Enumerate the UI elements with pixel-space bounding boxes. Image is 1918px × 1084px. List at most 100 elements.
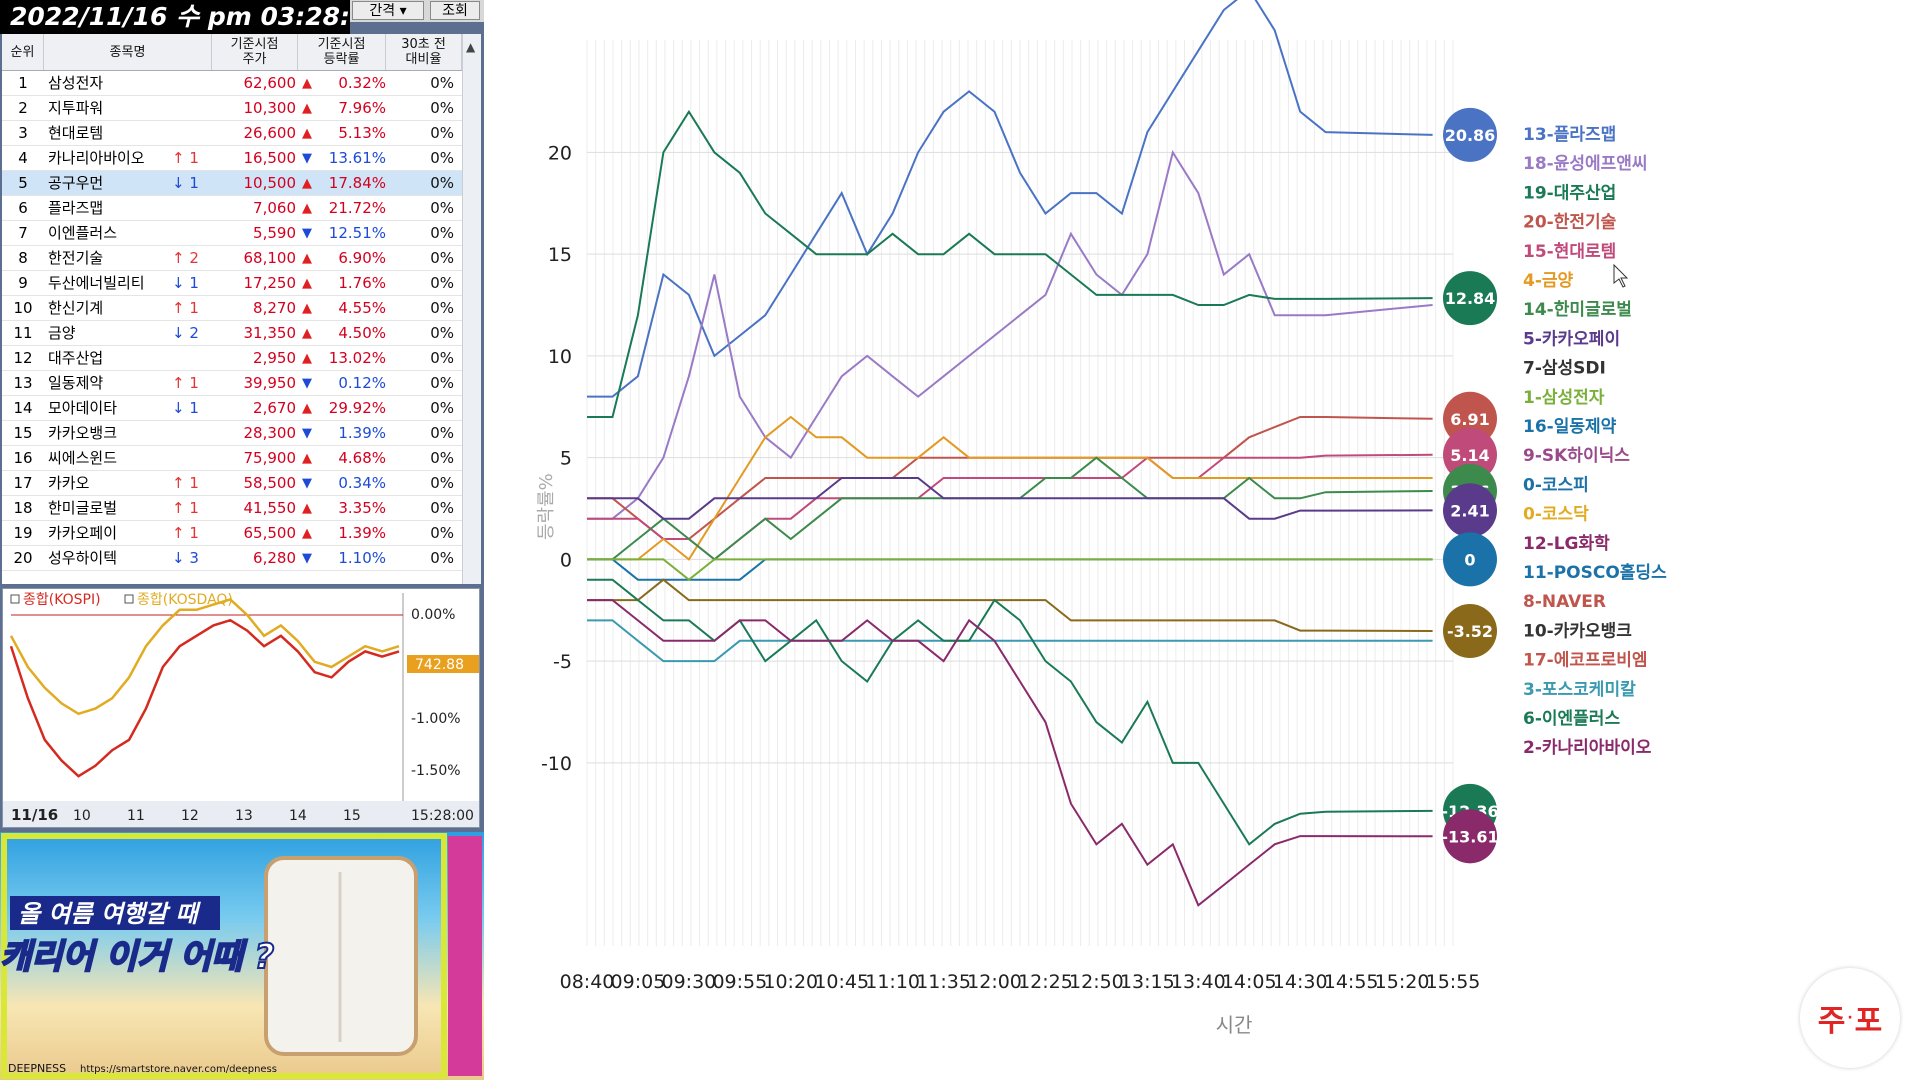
x-tick-label: 09:05	[611, 971, 666, 993]
r30-cell: 0%	[430, 74, 454, 92]
table-header: 순위 종목명 기준시점 주가 기준시점 등락률 30초 전 대비율	[2, 34, 462, 71]
rate-cell: 17.84%	[328, 174, 386, 192]
legend-item: 0-코스닥	[1523, 505, 1589, 525]
x-tick-label: 15:20	[1375, 971, 1430, 993]
top-controls: 간격 ▾ 조회	[350, 0, 484, 22]
rate-cell: 4.50%	[338, 324, 386, 342]
index-y-tick: -1.50%	[411, 763, 461, 779]
price-cell: 41,550	[243, 499, 297, 517]
rate-cell: 21.72%	[328, 199, 386, 217]
interval-label: 간격	[369, 3, 396, 19]
price-cell: 8,270	[253, 299, 296, 317]
interval-select[interactable]: 간격 ▾	[352, 1, 424, 20]
y-tick-label: 0	[560, 549, 572, 571]
chart-y-label: 등락률%	[536, 473, 557, 540]
end-value-label: 5.14	[1450, 446, 1489, 465]
query-button[interactable]: 조회	[430, 1, 480, 20]
table-row[interactable]: 4 카나리아바이오 ↑ 1 16,500 ▼ 13.61% 0%	[2, 146, 462, 171]
r30-cell: 0%	[430, 474, 454, 492]
r30-cell: 0%	[430, 174, 454, 192]
header-name: 종목명	[44, 34, 212, 70]
x-tick-label: 15:55	[1426, 971, 1481, 993]
ad-brand: DEEPNESS	[8, 1062, 66, 1075]
x-tick-label: 14:55	[1324, 971, 1379, 993]
rate-cell: 5.13%	[338, 124, 386, 142]
rank-change-cell: ↑ 1	[172, 499, 199, 517]
name-cell: 공구우먼	[48, 174, 104, 192]
table-row[interactable]: 2 지투파워 10,300 ▲ 7.96% 0%	[2, 96, 462, 121]
rank-change-cell: ↑ 1	[172, 524, 199, 542]
table-row[interactable]: 20 성우하이텍 ↓ 3 6,280 ▼ 1.10% 0%	[2, 546, 462, 571]
table-row[interactable]: 3 현대로템 26,600 ▲ 5.13% 0%	[2, 121, 462, 146]
table-row[interactable]: 10 한신기계 ↑ 1 8,270 ▲ 4.55% 0%	[2, 296, 462, 321]
current-value: 742.88	[415, 657, 464, 673]
table-row[interactable]: 11 금양 ↓ 2 31,350 ▲ 4.50% 0%	[2, 321, 462, 346]
name-cell: 일동제약	[48, 374, 104, 392]
name-cell: 모아데이타	[48, 399, 118, 417]
price-cell: 26,600	[243, 124, 297, 142]
rank-cell: 11	[13, 324, 33, 342]
main-line-chart: 20151050-5-10 08:4009:0509:3009:5510:201…	[536, 0, 1667, 1037]
rate-cell: 3.35%	[338, 499, 386, 517]
table-row[interactable]: 9 두산에너빌리티 ↓ 1 17,250 ▲ 1.76% 0%	[2, 271, 462, 296]
x-tick-label: 14:05	[1222, 971, 1277, 993]
r30-cell: 0%	[430, 124, 454, 142]
price-cell: 31,350	[243, 324, 297, 342]
table-row[interactable]: 6 플라즈맵 7,060 ▲ 21.72% 0%	[2, 196, 462, 221]
rate-cell: 13.02%	[328, 349, 386, 367]
name-cell: 카카오뱅크	[48, 424, 118, 442]
y-tick-label: 10	[548, 346, 572, 368]
r30-cell: 0%	[430, 249, 454, 267]
rank-cell: 3	[18, 124, 28, 142]
r30-cell: 0%	[430, 324, 454, 342]
table-row[interactable]: 8 한전기술 ↑ 2 68,100 ▲ 6.90% 0%	[2, 246, 462, 271]
header-rank: 순위	[2, 34, 44, 70]
chart-legend: 13-플라즈맵 18-윤성에프앤씨 19-대주산업 20-한전기술 15-현대로템 4-금…	[1523, 125, 1667, 758]
rate-cell: 4.55%	[338, 299, 386, 317]
table-row[interactable]: 15 카카오뱅크 28,300 ▼ 1.39% 0%	[2, 421, 462, 446]
rank-cell: 20	[13, 549, 33, 567]
table-row[interactable]: 16 씨에스윈드 75,900 ▲ 4.68% 0%	[2, 446, 462, 471]
table-row[interactable]: 14 모아데이타 ↓ 1 2,670 ▲ 29.92% 0%	[2, 396, 462, 421]
price-cell: 75,900	[243, 449, 297, 467]
rate-cell: 6.90%	[338, 249, 386, 267]
table-row[interactable]: 19 카카오페이 ↑ 1 65,500 ▲ 1.39% 0%	[2, 521, 462, 546]
rank-change-cell: ↓ 2	[172, 324, 199, 342]
ad-line2: 캐리어 이거 어때 ?	[0, 937, 274, 977]
mouse-cursor-icon	[1613, 263, 1629, 288]
rate-cell: 7.96%	[338, 99, 386, 117]
table-row[interactable]: 12 대주산업 2,950 ▲ 13.02% 0%	[2, 346, 462, 371]
legend-item: 19-대주산업	[1523, 183, 1616, 203]
table-scrollbar[interactable]: ▲	[462, 34, 481, 584]
legend-item: 20-한전기술	[1523, 213, 1617, 233]
table-row[interactable]: 13 일동제약 ↑ 1 39,950 ▼ 0.12% 0%	[2, 371, 462, 396]
name-cell: 한미글로벌	[48, 499, 118, 517]
table-row[interactable]: 17 카카오 ↑ 1 58,500 ▼ 0.34% 0%	[2, 471, 462, 496]
price-cell: 65,500	[243, 524, 297, 542]
name-cell: 한신기계	[48, 299, 104, 317]
y-tick-label: 15	[548, 244, 572, 266]
rank-change-cell: ↑ 1	[172, 149, 199, 167]
rank-cell: 18	[13, 499, 33, 517]
r30-cell: 0%	[430, 549, 454, 567]
ad-url: https://smartstore.naver.com/deepness	[80, 1064, 277, 1075]
table-row[interactable]: 5 공구우먼 ↓ 1 10,500 ▲ 17.84% 0%	[2, 171, 462, 196]
table-row[interactable]: 7 이엔플러스 5,590 ▼ 12.51% 0%	[2, 221, 462, 246]
scroll-up-icon[interactable]: ▲	[466, 40, 475, 54]
name-cell: 금양	[48, 324, 76, 342]
table-row[interactable]: 1 삼성전자 62,600 ▲ 0.32% 0%	[2, 71, 462, 96]
rank-cell: 7	[18, 224, 28, 242]
name-cell: 씨에스윈드	[48, 449, 118, 467]
rate-cell: 1.76%	[338, 274, 386, 292]
price-cell: 17,250	[243, 274, 297, 292]
end-value-label: 0	[1464, 550, 1475, 569]
x-tick-label: 12:25	[1018, 971, 1073, 993]
ad-banner[interactable]: 올 여름 여행갈 때 캐리어 이거 어때 ? DEEPNESS https://…	[0, 832, 484, 1080]
chart-end-badges: 20.8612.846.915.143.362.410-3.52-12.36-1…	[1441, 107, 1499, 864]
rate-cell: 29.92%	[328, 399, 386, 417]
index-chart-svg: 종합(KOSPI) 종합(KOSDAQ) 0.00% -1.00% -1.50%…	[3, 589, 479, 827]
r30-cell: 0%	[430, 374, 454, 392]
legend-item: 4-금양	[1523, 271, 1574, 291]
table-row[interactable]: 18 한미글로벌 ↑ 1 41,550 ▲ 3.35% 0%	[2, 496, 462, 521]
rank-cell: 5	[18, 174, 28, 192]
